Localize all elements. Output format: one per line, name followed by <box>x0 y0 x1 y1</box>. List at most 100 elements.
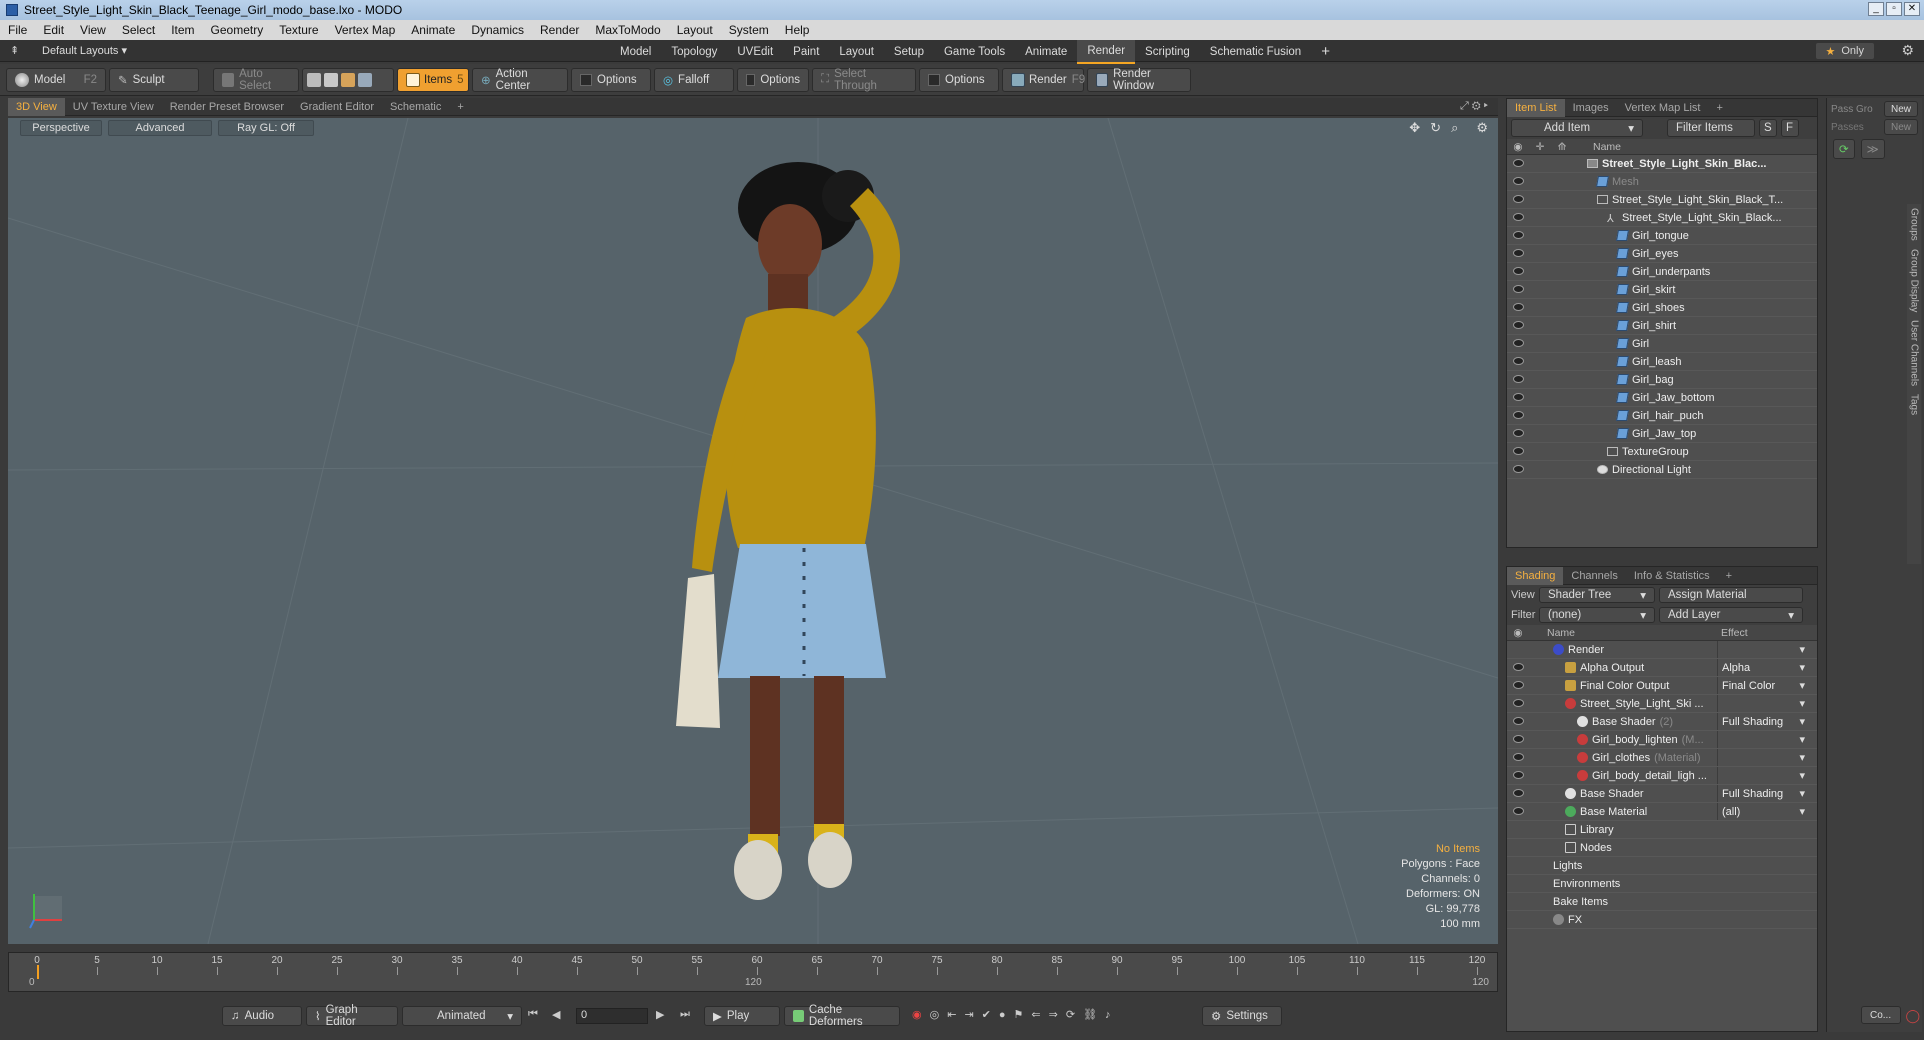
tab-schematic-fusion[interactable]: Schematic Fusion <box>1200 41 1311 63</box>
effect-dropdown[interactable]: Final Color <box>1717 677 1809 694</box>
tab-vertex-map-list[interactable]: Vertex Map List <box>1617 99 1709 117</box>
character-model[interactable] <box>618 148 1038 928</box>
shader-row[interactable]: Final Color Output Final Color <box>1507 677 1817 695</box>
effect-dropdown[interactable] <box>1717 641 1809 658</box>
menu-animate[interactable]: Animate <box>403 20 463 40</box>
side-tab-groups[interactable]: Groups <box>1909 204 1920 245</box>
settings-button[interactable]: ⚙ Settings <box>1202 1006 1282 1026</box>
item-row[interactable]: Directional Light <box>1507 461 1817 479</box>
audio-button[interactable]: ♫ Audio <box>222 1006 302 1026</box>
search-f-button[interactable]: F <box>1781 119 1799 137</box>
model-mode-button[interactable]: Model F2 <box>6 67 106 92</box>
eye-icon[interactable] <box>1513 267 1524 275</box>
menu-geometry[interactable]: Geometry <box>203 20 272 40</box>
select-through-button[interactable]: ⛶ Select Through <box>812 67 916 92</box>
menu-help[interactable]: Help <box>777 20 818 40</box>
shader-tree-dropdown[interactable]: Shader Tree ▾ <box>1539 587 1655 603</box>
item-row[interactable]: Girl_shirt <box>1507 317 1817 335</box>
tab-3d-view[interactable]: 3D View <box>8 97 65 116</box>
step-forward-icon[interactable]: ▶ <box>656 1008 664 1021</box>
item-row[interactable]: Girl_bag <box>1507 371 1817 389</box>
tab-info-statistics[interactable]: Info & Statistics <box>1626 567 1718 585</box>
3d-viewport[interactable]: Perspective Advanced Ray GL: Off ✥ ↻ ⌕ ⚙… <box>8 118 1498 944</box>
shader-row[interactable]: Girl_clothes (Material) <box>1507 749 1817 767</box>
side-tab-group-display[interactable]: Group Display <box>1909 245 1920 316</box>
tab-layout[interactable]: Layout <box>829 41 884 63</box>
prev-marker-icon[interactable]: ⇐ <box>1031 1008 1040 1021</box>
item-row[interactable]: Mesh <box>1507 173 1817 191</box>
menu-view[interactable]: View <box>72 20 114 40</box>
polygons-mode-icon[interactable] <box>341 72 355 87</box>
shader-row[interactable]: Street_Style_Light_Ski ... <box>1507 695 1817 713</box>
side-tab-user-channels[interactable]: User Channels <box>1909 316 1920 390</box>
filter-items-field[interactable]: Filter Items <box>1667 119 1755 137</box>
prev-key-icon[interactable]: ⇤ <box>947 1008 956 1021</box>
menu-system[interactable]: System <box>721 20 777 40</box>
auto-key-icon[interactable]: ◎ <box>930 1008 940 1021</box>
eye-icon[interactable] <box>1513 411 1524 419</box>
falloff-options-button[interactable]: Options <box>737 67 809 92</box>
menu-item[interactable]: Item <box>163 20 202 40</box>
shader-row[interactable]: Lights <box>1507 857 1817 875</box>
eye-icon[interactable] <box>1513 375 1524 383</box>
eye-icon[interactable] <box>1513 789 1524 797</box>
tab-render-preset-browser[interactable]: Render Preset Browser <box>162 98 292 116</box>
shading-style-dropdown[interactable]: Advanced <box>108 120 212 136</box>
item-row[interactable]: Girl_eyes <box>1507 245 1817 263</box>
effect-dropdown[interactable] <box>1717 731 1809 748</box>
tab-scripting[interactable]: Scripting <box>1135 41 1200 63</box>
go-to-end-icon[interactable]: ⏭ <box>680 1008 690 1021</box>
next-key-icon[interactable]: ⇥ <box>964 1008 973 1021</box>
eye-icon[interactable] <box>1513 213 1524 221</box>
shader-row[interactable]: Alpha Output Alpha <box>1507 659 1817 677</box>
eye-icon[interactable] <box>1513 339 1524 347</box>
new-pass-button[interactable]: New <box>1883 119 1918 135</box>
action-center-options-button[interactable]: Options <box>571 67 651 92</box>
pan-icon[interactable]: ✥ <box>1409 120 1420 136</box>
layout-preset-dropdown[interactable]: Default Layouts ▾ <box>42 44 127 57</box>
menu-maxtomodo[interactable]: MaxToModo <box>587 20 668 40</box>
materials-mode-icon[interactable] <box>358 72 372 87</box>
auto-select-button[interactable]: Auto Select <box>213 67 299 92</box>
eye-icon[interactable] <box>1513 447 1524 455</box>
item-row[interactable]: Girl_leash <box>1507 353 1817 371</box>
shader-row[interactable]: Base Shader (2) Full Shading <box>1507 713 1817 731</box>
add-item-dropdown[interactable]: Add Item ▾ <box>1511 119 1643 137</box>
only-toggle[interactable]: ★ Only <box>1815 43 1874 59</box>
graph-editor-button[interactable]: ⌇ Graph Editor <box>306 1004 398 1028</box>
menu-texture[interactable]: Texture <box>271 20 326 40</box>
raygl-toggle[interactable]: Ray GL: Off <box>218 120 314 136</box>
rotate-icon[interactable]: ↻ <box>1430 120 1441 136</box>
refresh-icon[interactable]: ⟳ <box>1833 139 1855 159</box>
shader-row[interactable]: Girl_body_lighten (M... <box>1507 731 1817 749</box>
tab-render[interactable]: Render <box>1077 40 1136 64</box>
eye-icon[interactable] <box>1513 159 1524 167</box>
eye-icon[interactable] <box>1513 663 1524 671</box>
shader-row[interactable]: Library <box>1507 821 1817 839</box>
link-icon[interactable]: ⛓ <box>1083 1008 1097 1021</box>
item-row[interactable]: Girl_underpants <box>1507 263 1817 281</box>
eye-icon[interactable] <box>1513 465 1524 473</box>
shader-row[interactable]: Nodes <box>1507 839 1817 857</box>
eye-icon[interactable] <box>1513 231 1524 239</box>
eye-icon[interactable] <box>1513 699 1524 707</box>
viewport-settings-icon[interactable]: ⚙ <box>1476 120 1488 136</box>
add-viewport-tab-icon[interactable]: + <box>449 98 471 116</box>
eye-icon[interactable] <box>1513 177 1524 185</box>
loop-icon[interactable]: ⟳ <box>1066 1008 1075 1021</box>
item-row[interactable]: Girl_Jaw_bottom <box>1507 389 1817 407</box>
filter-key-icon[interactable]: ⚑ <box>1014 1008 1024 1021</box>
tab-channels[interactable]: Channels <box>1563 567 1625 585</box>
minimize-button[interactable]: _ <box>1868 2 1884 16</box>
item-row[interactable]: Girl_tongue <box>1507 227 1817 245</box>
filter-dropdown[interactable]: (none) ▾ <box>1539 607 1655 623</box>
side-tab-tags[interactable]: Tags <box>1909 390 1920 419</box>
shader-row[interactable]: Base Shader Full Shading <box>1507 785 1817 803</box>
tab-uv-texture-view[interactable]: UV Texture View <box>65 98 162 116</box>
eye-icon[interactable] <box>1513 681 1524 689</box>
eye-icon[interactable] <box>1513 393 1524 401</box>
tab-uvedit[interactable]: UVEdit <box>727 41 783 63</box>
menu-dynamics[interactable]: Dynamics <box>463 20 532 40</box>
eye-icon[interactable] <box>1513 357 1524 365</box>
item-row[interactable]: Girl_Jaw_top <box>1507 425 1817 443</box>
